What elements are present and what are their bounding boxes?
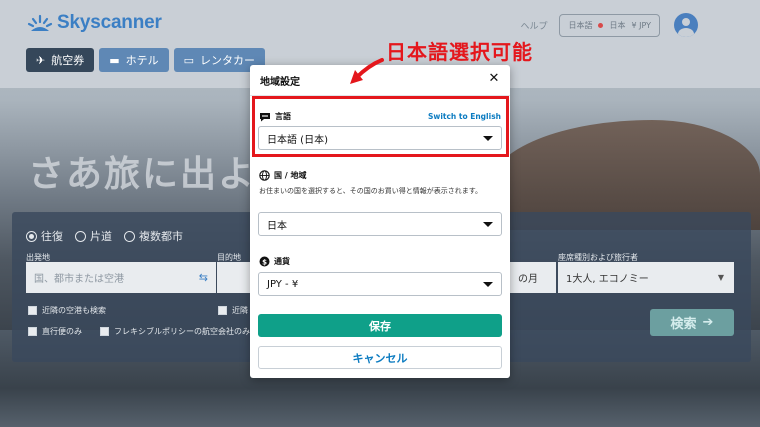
trip-round-trip[interactable]: 往復 bbox=[26, 228, 63, 244]
flexible-policy-label: フレキシブルポリシーの航空会社のみ bbox=[114, 327, 250, 336]
checkbox-icon bbox=[28, 327, 37, 336]
airplane-icon: ✈ bbox=[36, 53, 46, 67]
nearby-airports-checkbox[interactable]: 近隣の空港も検索 bbox=[28, 305, 106, 316]
from-input[interactable]: 国、都市または空港 ⇆ bbox=[26, 262, 216, 293]
caret-down-icon bbox=[483, 222, 493, 227]
locale-language: 日本語 bbox=[568, 21, 593, 30]
trip-one-way-label: 片道 bbox=[90, 230, 112, 243]
direct-only-checkbox[interactable]: 直行便のみ bbox=[28, 326, 82, 337]
trip-one-way[interactable]: 片道 bbox=[75, 228, 112, 244]
return-date-value: の月 bbox=[518, 274, 538, 285]
locale-currency: ¥ JPY bbox=[631, 21, 651, 30]
flag-dot-icon bbox=[598, 23, 604, 28]
region-section-label: 国 / 地域 bbox=[259, 170, 307, 181]
close-icon[interactable]: ✕ bbox=[488, 72, 500, 85]
trip-multi-city[interactable]: 複数都市 bbox=[124, 228, 183, 244]
nearby-airports-label: 近隣の空港も検索 bbox=[42, 306, 106, 315]
cancel-button[interactable]: キャンセル bbox=[258, 346, 502, 369]
currency-label: 通貨 bbox=[274, 257, 290, 266]
tab-flights-label: 航空券 bbox=[51, 54, 85, 67]
radio-icon bbox=[75, 230, 86, 242]
product-tabs: ✈ 航空券 ▬ ホテル ▭ レンタカー bbox=[26, 48, 266, 72]
locale-region: 日本 bbox=[609, 21, 626, 30]
locale-button[interactable]: 日本語 日本 ¥ JPY bbox=[559, 14, 660, 37]
trip-multi-city-label: 複数都市 bbox=[139, 230, 183, 243]
language-highlight-box bbox=[252, 96, 509, 157]
currency-value: JPY - ¥ bbox=[267, 278, 299, 290]
region-description: お住まいの国を選択すると、その国のお買い得と情報が表示されます。 bbox=[259, 187, 483, 195]
annotation-text: 日本語選択可能 bbox=[386, 40, 533, 64]
tab-flights[interactable]: ✈ 航空券 bbox=[26, 48, 95, 72]
search-button[interactable]: 検索 ➔ bbox=[650, 309, 734, 336]
region-label: 国 / 地域 bbox=[274, 171, 307, 180]
checkbox-icon bbox=[28, 306, 37, 315]
swap-icon[interactable]: ⇆ bbox=[199, 271, 208, 284]
globe-icon bbox=[259, 170, 270, 181]
tab-hotels[interactable]: ▬ ホテル bbox=[99, 48, 169, 72]
svg-text:$: $ bbox=[262, 258, 267, 266]
save-button[interactable]: 保存 bbox=[258, 314, 502, 337]
modal-title: 地域設定 bbox=[260, 76, 300, 88]
region-value: 日本 bbox=[267, 220, 287, 232]
from-placeholder: 国、都市または空港 bbox=[34, 274, 124, 285]
avatar[interactable] bbox=[674, 13, 698, 37]
arrow-right-icon: ➔ bbox=[702, 315, 714, 330]
annotation-arrow-icon bbox=[350, 58, 384, 84]
radio-icon bbox=[124, 230, 135, 242]
checkbox-icon bbox=[218, 306, 227, 315]
nearby-airports-dest-label: 近隣 bbox=[232, 306, 248, 315]
direct-only-label: 直行便のみ bbox=[42, 327, 82, 336]
bed-icon: ▬ bbox=[109, 53, 120, 67]
trip-round-trip-label: 往復 bbox=[41, 230, 63, 243]
tab-hotels-label: ホテル bbox=[125, 54, 159, 67]
radio-selected-icon bbox=[26, 230, 37, 242]
return-date-input[interactable]: の月 bbox=[510, 262, 556, 293]
sunrise-logo-icon bbox=[27, 13, 53, 33]
help-link[interactable]: ヘルプ bbox=[520, 19, 547, 32]
tab-car-rental-label: レンタカー bbox=[200, 54, 256, 67]
chevron-down-icon: ▼ bbox=[717, 273, 724, 282]
caret-down-icon bbox=[483, 282, 493, 287]
travelers-select[interactable]: 1大人, エコノミー ▼ bbox=[558, 262, 734, 293]
car-icon: ▭ bbox=[183, 53, 195, 67]
currency-section-label: $ 通貨 bbox=[259, 256, 290, 267]
currency-coin-icon: $ bbox=[259, 256, 270, 267]
search-button-label: 検索 bbox=[670, 317, 697, 332]
trip-type-options: 往復 片道 複数都市 bbox=[26, 228, 183, 244]
currency-select[interactable]: JPY - ¥ bbox=[258, 272, 502, 296]
header-actions: ヘルプ 日本語 日本 ¥ JPY bbox=[520, 14, 660, 37]
logo-text: Skyscanner bbox=[57, 12, 162, 33]
flexible-policy-checkbox[interactable]: フレキシブルポリシーの航空会社のみ bbox=[100, 326, 250, 337]
checkbox-icon bbox=[100, 327, 109, 336]
skyscanner-logo[interactable]: Skyscanner bbox=[27, 12, 162, 34]
nearby-airports-dest-checkbox[interactable]: 近隣 bbox=[218, 305, 248, 316]
travelers-value: 1大人, エコノミー bbox=[566, 274, 649, 285]
hero-heading: さあ旅に出よ bbox=[28, 154, 257, 195]
region-select[interactable]: 日本 bbox=[258, 212, 502, 236]
